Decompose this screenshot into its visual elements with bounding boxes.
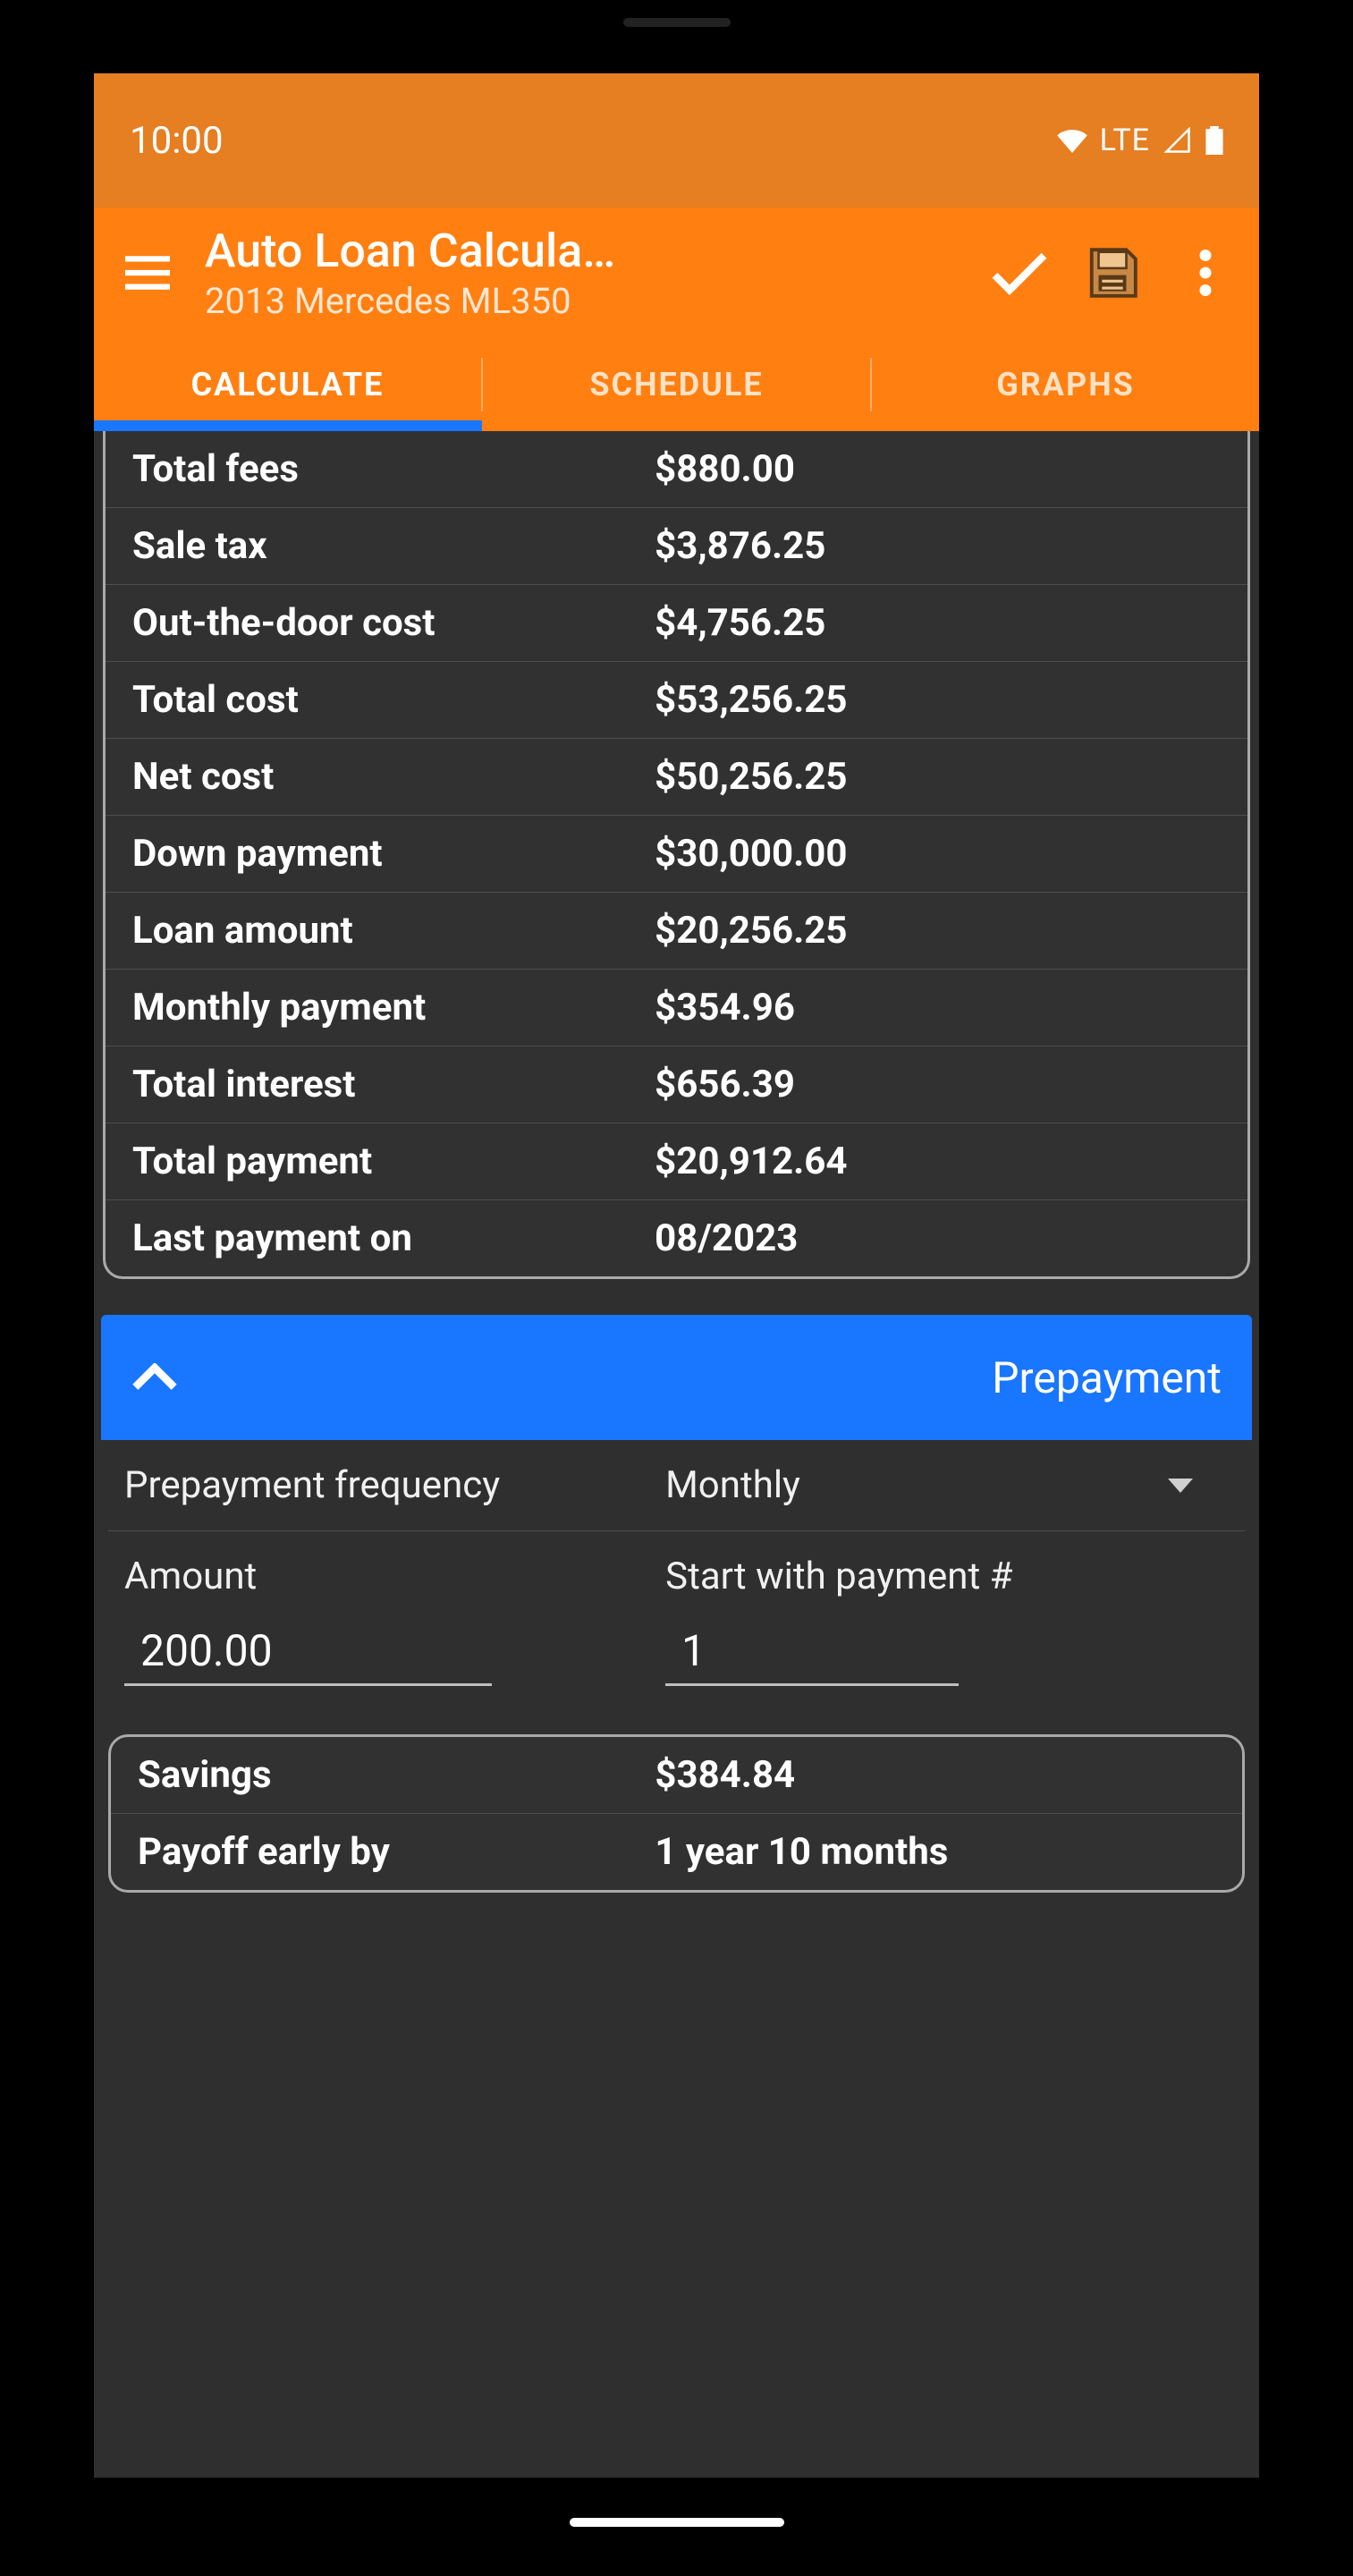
result-label: Total interest: [132, 1063, 655, 1106]
prepayment-result-row-savings: Savings $384.84: [111, 1737, 1242, 1814]
result-value: $53,256.25: [655, 678, 1221, 722]
tab-calculate[interactable]: CALCULATE: [94, 338, 481, 431]
tab-schedule[interactable]: SCHEDULE: [483, 338, 870, 431]
result-value: $880.00: [655, 447, 1221, 491]
tab-indicator: [94, 420, 482, 431]
prepayment-amount-col: Amount: [124, 1555, 665, 1686]
prepayment-frequency-select[interactable]: Monthly: [665, 1463, 1229, 1507]
content-area[interactable]: Total fees $880.00 Sale tax $3,876.25 Ou…: [94, 431, 1259, 2478]
result-label: Total fees: [132, 447, 655, 491]
tab-graphs-label: GRAPHS: [996, 366, 1135, 403]
result-row-down-payment: Down payment $30,000.00: [106, 816, 1247, 893]
save-floppy-icon: [1085, 245, 1140, 301]
result-label: Sale tax: [132, 524, 655, 568]
result-value: $20,912.64: [655, 1140, 1221, 1183]
hamburger-icon: [125, 255, 170, 291]
app-title: Auto Loan Calcula…: [205, 224, 962, 278]
phone-body: 10:00 LTE Auto Loan Calcula…: [36, 0, 1317, 2558]
result-row-total-payment: Total payment $20,912.64: [106, 1123, 1247, 1200]
device-stage: 10:00 LTE Auto Loan Calcula…: [0, 0, 1353, 2576]
loan-results-box: Total fees $880.00 Sale tax $3,876.25 Ou…: [103, 431, 1250, 1279]
prepayment-frequency-value: Monthly: [665, 1463, 800, 1507]
tab-calculate-label: CALCULATE: [191, 366, 385, 403]
prepayment-amount-label: Amount: [124, 1555, 665, 1598]
prepayment-start-label: Start with payment #: [665, 1555, 1229, 1598]
result-value: $50,256.25: [655, 755, 1221, 799]
battery-icon: [1205, 126, 1223, 155]
app-titles: Auto Loan Calcula… 2013 Mercedes ML350: [205, 224, 962, 322]
signal-icon: [1163, 127, 1193, 154]
more-vert-icon: [1199, 250, 1212, 296]
prepayment-result-row-payoff: Payoff early by 1 year 10 months: [111, 1814, 1242, 1890]
result-value: $656.39: [655, 1063, 1221, 1106]
result-label: Loan amount: [132, 909, 655, 953]
tab-bar: CALCULATE SCHEDULE GRAPHS: [94, 338, 1259, 431]
result-row-total-cost: Total cost $53,256.25: [106, 662, 1247, 739]
result-label: Net cost: [132, 755, 655, 799]
wifi-icon: [1057, 128, 1087, 153]
tab-graphs[interactable]: GRAPHS: [872, 338, 1259, 431]
app-bar: Auto Loan Calcula… 2013 Mercedes ML350: [94, 208, 1259, 338]
result-value: $354.96: [655, 986, 1221, 1030]
save-button[interactable]: [1077, 237, 1148, 309]
result-label: Down payment: [132, 832, 655, 876]
prepayment-amount-input[interactable]: [124, 1622, 492, 1686]
caret-down-icon: [1168, 1479, 1193, 1493]
result-row-net-cost: Net cost $50,256.25: [106, 739, 1247, 816]
result-row-total-fees: Total fees $880.00: [106, 431, 1247, 508]
prepayment-frequency-label: Prepayment frequency: [124, 1463, 665, 1507]
overflow-menu-button[interactable]: [1170, 237, 1241, 309]
result-row-monthly-payment: Monthly payment $354.96: [106, 970, 1247, 1046]
network-type-label: LTE: [1100, 123, 1150, 158]
result-label: Monthly payment: [132, 986, 655, 1030]
app-subtitle: 2013 Mercedes ML350: [205, 280, 962, 322]
menu-button[interactable]: [112, 237, 183, 309]
chevron-up-icon: [131, 1363, 178, 1392]
result-row-sale-tax: Sale tax $3,876.25: [106, 508, 1247, 585]
result-value: $384.84: [655, 1753, 1215, 1797]
prepayment-start-col: Start with payment #: [665, 1555, 1229, 1686]
confirm-button[interactable]: [984, 237, 1055, 309]
result-value: $20,256.25: [655, 909, 1221, 953]
result-value: $30,000.00: [655, 832, 1221, 876]
result-row-total-interest: Total interest $656.39: [106, 1046, 1247, 1123]
android-nav-pill[interactable]: [570, 2518, 784, 2527]
result-value: 1 year 10 months: [655, 1830, 1215, 1874]
prepayment-section-header[interactable]: Prepayment: [101, 1315, 1252, 1440]
result-label: Last payment on: [132, 1216, 655, 1260]
result-label: Total payment: [132, 1140, 655, 1183]
status-bar: 10:00 LTE: [94, 73, 1259, 208]
result-row-otd-cost: Out-the-door cost $4,756.25: [106, 585, 1247, 662]
prepayment-section-title: Prepayment: [178, 1352, 1222, 1403]
result-label: Savings: [138, 1753, 655, 1797]
result-value: 08/2023: [655, 1216, 1221, 1260]
status-indicators: LTE: [1057, 123, 1223, 158]
result-label: Total cost: [132, 678, 655, 722]
result-row-loan-amount: Loan amount $20,256.25: [106, 893, 1247, 970]
prepayment-inputs-row: Amount Start with payment #: [108, 1531, 1245, 1686]
result-value: $4,756.25: [655, 601, 1221, 645]
prepayment-frequency-row: Prepayment frequency Monthly: [108, 1440, 1245, 1531]
screen: 10:00 LTE Auto Loan Calcula…: [94, 73, 1259, 2478]
tab-schedule-label: SCHEDULE: [589, 366, 763, 403]
prepayment-results-box: Savings $384.84 Payoff early by 1 year 1…: [108, 1734, 1245, 1893]
result-label: Out-the-door cost: [132, 601, 655, 645]
prepayment-body: Prepayment frequency Monthly Amount Star: [101, 1440, 1252, 1893]
result-label: Payoff early by: [138, 1830, 655, 1874]
result-row-last-payment: Last payment on 08/2023: [106, 1200, 1247, 1276]
result-value: $3,876.25: [655, 524, 1221, 568]
prepayment-start-input[interactable]: [665, 1622, 959, 1686]
status-time: 10:00: [130, 119, 224, 163]
check-icon: [990, 250, 1049, 295]
earpiece: [623, 18, 731, 27]
